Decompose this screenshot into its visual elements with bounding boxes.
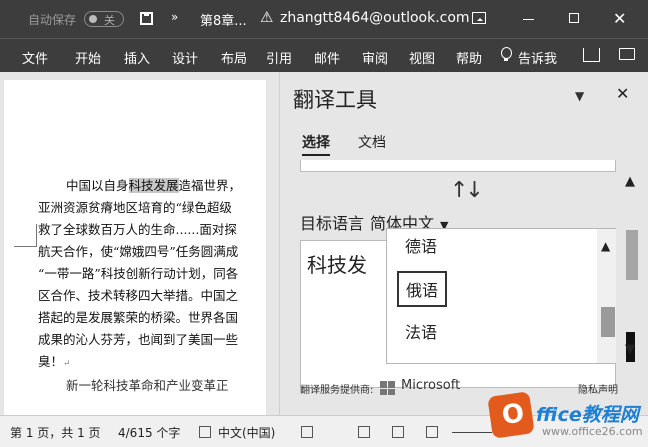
tab-insert[interactable]: 插入 xyxy=(124,48,150,67)
text-line: 中国以自身科技发展造福世界， xyxy=(38,175,266,197)
close-window-button[interactable]: ✕ xyxy=(613,9,626,28)
tab-review[interactable]: 审阅 xyxy=(362,48,388,67)
text-run: 造福世界， xyxy=(178,178,242,193)
toggle-knob xyxy=(89,15,97,23)
pane-title: 翻译工具 xyxy=(293,88,377,112)
tab-file[interactable]: 文件 xyxy=(22,48,48,67)
pane-content: ↑↓ 目标语言 简体中文 ▼ 科技发 德语 俄语 法语 ▲ xyxy=(300,160,616,388)
maximize-button[interactable] xyxy=(569,13,579,23)
text-line: 救了全球数百万人的生命......面对探 xyxy=(38,222,237,237)
document-area: 中国以自身科技发展造福世界， 亚洲资源贫瘠地区培育的“绿色超级 救了全球数百万人… xyxy=(0,72,279,415)
save-icon[interactable] xyxy=(140,12,153,25)
watermark-url: www.office26.com xyxy=(542,425,643,438)
crop-mark xyxy=(14,246,37,247)
option-french[interactable]: 法语 xyxy=(405,319,437,343)
web-layout-icon[interactable] xyxy=(426,426,438,438)
tell-me-search[interactable]: 告诉我 xyxy=(518,48,557,67)
tab-layout[interactable]: 布局 xyxy=(221,48,247,67)
ribbon-tabs: 文件 开始 插入 设计 布局 引用 邮件 审阅 视图 帮助 告诉我 xyxy=(0,38,648,72)
text-run: 臭！ xyxy=(38,354,64,369)
lightbulb-icon[interactable] xyxy=(500,47,512,63)
pane-options-icon[interactable]: ▼ xyxy=(575,89,584,103)
more-commands-icon[interactable]: » xyxy=(171,10,178,24)
title-bar: 自动保存 关 » 第8章... ⚠ zhangtt8464@outlook.co… xyxy=(0,0,648,38)
text-line: 搭起的是发展繁荣的桥梁。世界各国 xyxy=(38,310,239,325)
autosave-label: 自动保存 xyxy=(28,13,77,27)
scroll-up-icon[interactable]: ▲ xyxy=(601,239,610,253)
autosave-toggle[interactable]: 关 xyxy=(84,11,124,27)
translator-pane: 翻译工具 ▼ ✕ 选择 文档 ↑↓ 目标语言 简体中文 ▼ 科技发 德语 俄语 法语… xyxy=(279,72,648,415)
pane-scrollbar[interactable]: ▲ ▼ xyxy=(624,160,640,388)
scrollbar-thumb[interactable] xyxy=(626,230,638,280)
provider-label: 翻译服务提供商: xyxy=(300,385,374,396)
text-line: 区合作、技术转移四大举措。中国之 xyxy=(38,288,239,303)
text-line: 新一轮科技革命和产业变革正 xyxy=(66,378,229,393)
ribbon-display-options-icon[interactable] xyxy=(472,12,486,24)
autosave-state: 关 xyxy=(104,14,115,27)
text-line: 臭！↵ xyxy=(38,351,266,375)
paragraph-mark: ↵ xyxy=(63,359,71,369)
scroll-up-icon[interactable]: ▲ xyxy=(625,174,635,189)
option-german[interactable]: 德语 xyxy=(405,233,437,257)
language-dropdown: 德语 俄语 法语 ▲ xyxy=(386,228,616,364)
tab-document[interactable]: 文档 xyxy=(358,132,386,152)
document-text[interactable]: 中国以自身科技发展造福世界， 亚洲资源贫瘠地区培育的“绿色超级 救了全球数百万人… xyxy=(38,175,266,397)
translation-text: 科技发 xyxy=(307,253,367,277)
crop-mark xyxy=(36,224,37,246)
provider-name: Microsoft xyxy=(401,378,461,393)
text-line: 亚洲资源贫瘠地区培育的“绿色超级 xyxy=(38,200,232,215)
text-line: 航天合作，使“嫦娥四号”任务圆满成 xyxy=(38,244,239,259)
tab-view[interactable]: 视图 xyxy=(409,48,435,67)
swap-languages-icon[interactable]: ↑↓ xyxy=(450,178,484,203)
scrollbar-thumb[interactable] xyxy=(601,307,615,337)
watermark: O ffice教程网 www.office26.com xyxy=(486,391,648,447)
language-status[interactable]: 中文(中国) xyxy=(218,424,275,441)
tab-mailings[interactable]: 邮件 xyxy=(314,48,340,67)
focus-mode-icon[interactable] xyxy=(301,426,313,438)
watermark-letter: O xyxy=(500,398,527,432)
watermark-brand: ffice教程网 xyxy=(536,404,639,426)
warning-icon: ⚠ xyxy=(260,8,274,26)
text-run: 中国以自身 xyxy=(66,178,129,193)
document-name[interactable]: 第8章... xyxy=(200,10,247,29)
text-line: 成果的沁人芬芳，也闻到了美国一些 xyxy=(38,332,239,347)
selected-text[interactable]: 科技发展 xyxy=(128,178,179,193)
page-count[interactable]: 第 1 页，共 1 页 xyxy=(10,424,101,441)
dropdown-scrollbar[interactable]: ▲ xyxy=(597,229,616,363)
account-name[interactable]: zhangtt8464@outlook.com xyxy=(280,10,470,26)
option-russian[interactable]: 俄语 xyxy=(397,271,448,307)
target-language-label: 目标语言 xyxy=(300,214,365,233)
comment-icon[interactable] xyxy=(619,48,635,60)
tab-selection[interactable]: 选择 xyxy=(302,132,330,156)
tab-design[interactable]: 设计 xyxy=(172,48,198,67)
word-count[interactable]: 4/615 个字 xyxy=(118,424,180,441)
text-line: “一带一路”科技创新行动计划，同各 xyxy=(38,266,239,281)
proofing-icon[interactable] xyxy=(199,426,211,438)
minimize-button[interactable] xyxy=(523,19,534,20)
share-icon[interactable] xyxy=(583,48,600,62)
tab-references[interactable]: 引用 xyxy=(266,48,292,67)
scroll-down-icon[interactable]: ▼ xyxy=(625,342,635,357)
tab-home[interactable]: 开始 xyxy=(75,48,101,67)
pane-close-button[interactable]: ✕ xyxy=(616,84,629,103)
read-mode-icon[interactable] xyxy=(358,426,370,438)
watermark-logo: O xyxy=(487,391,535,439)
print-layout-icon[interactable] xyxy=(392,426,404,438)
tab-help[interactable]: 帮助 xyxy=(456,48,482,67)
source-text-box[interactable] xyxy=(300,160,616,172)
microsoft-logo-icon xyxy=(380,381,396,395)
